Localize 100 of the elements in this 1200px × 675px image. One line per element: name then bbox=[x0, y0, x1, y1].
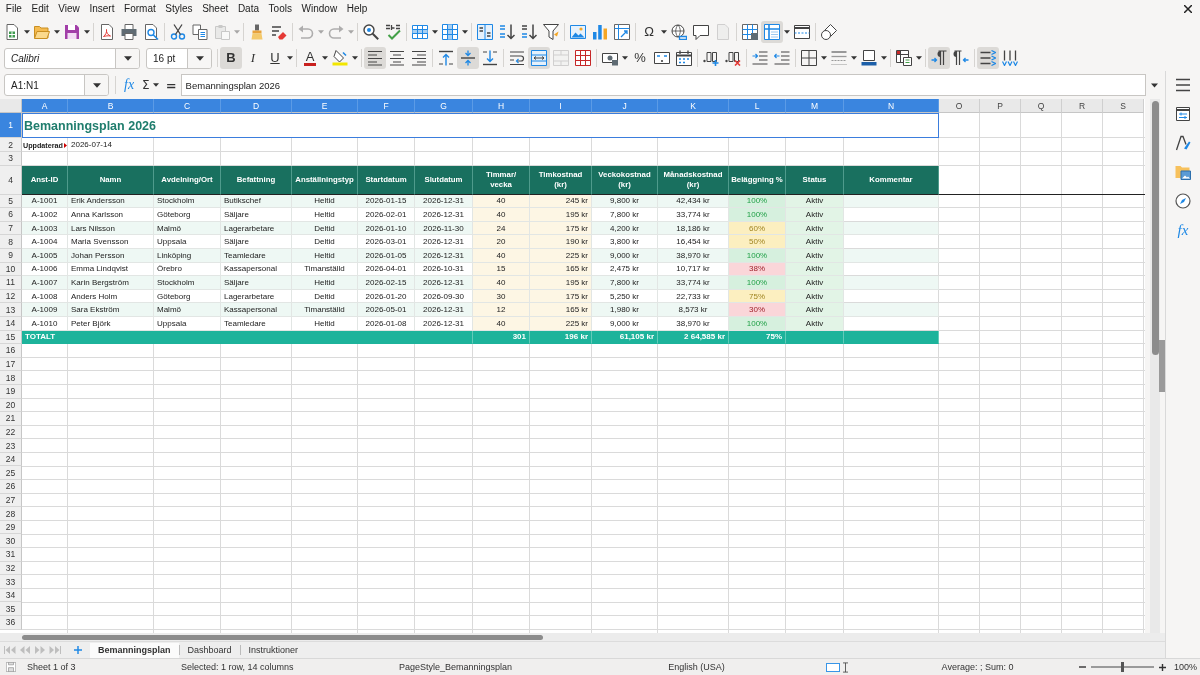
percent-button[interactable]: % bbox=[629, 47, 651, 69]
caret-icon[interactable] bbox=[881, 56, 887, 60]
folder-image-icon[interactable] bbox=[1175, 164, 1191, 180]
window-sliders-icon[interactable] bbox=[1175, 106, 1191, 122]
menu-item[interactable]: View bbox=[53, 1, 85, 17]
text-direction-horizontal-button[interactable] bbox=[977, 47, 999, 69]
formula-input-field[interactable]: Bemanningsplan 2026 bbox=[180, 74, 1146, 96]
row-header[interactable]: 16 bbox=[0, 344, 22, 358]
menu-item[interactable]: Edit bbox=[26, 1, 54, 17]
caret-icon[interactable] bbox=[784, 29, 790, 34]
scrollbar-thumb[interactable] bbox=[1151, 101, 1159, 355]
column-header[interactable]: S bbox=[1103, 99, 1144, 113]
column-header[interactable]: C bbox=[154, 99, 221, 113]
sheet-tab[interactable]: Bemanningsplan bbox=[90, 642, 179, 658]
dropdown-button[interactable] bbox=[187, 48, 211, 68]
caret-icon[interactable] bbox=[851, 56, 857, 60]
row-header[interactable]: 36 bbox=[0, 616, 22, 630]
caret-icon[interactable] bbox=[322, 56, 328, 60]
caret-icon[interactable] bbox=[123, 55, 132, 61]
sheet-tab[interactable]: Dashboard bbox=[179, 642, 240, 658]
formula-button[interactable]: = bbox=[163, 75, 179, 95]
column-header[interactable]: G bbox=[415, 99, 473, 113]
compass-icon[interactable] bbox=[1175, 193, 1191, 209]
column-header[interactable]: P bbox=[980, 99, 1021, 113]
column-header[interactable]: K bbox=[658, 99, 729, 113]
font-name-field[interactable]: Calibri bbox=[4, 47, 140, 69]
row-header[interactable]: 25 bbox=[0, 466, 22, 481]
menu-item[interactable]: Sheet bbox=[197, 1, 234, 17]
caret-icon[interactable] bbox=[916, 56, 922, 60]
row-header[interactable]: 13 bbox=[0, 303, 22, 317]
italic-button[interactable]: I bbox=[242, 47, 264, 69]
row-header[interactable]: 31 bbox=[0, 548, 22, 562]
menu-item[interactable]: Styles bbox=[160, 1, 198, 17]
close-icon[interactable] bbox=[1184, 5, 1192, 13]
caret-icon[interactable] bbox=[661, 29, 667, 34]
row-header[interactable]: 30 bbox=[0, 534, 22, 549]
caret-icon[interactable] bbox=[84, 29, 90, 34]
freeze-button[interactable] bbox=[761, 20, 783, 43]
slider-thumb[interactable] bbox=[1121, 662, 1124, 672]
row-header[interactable]: 3 bbox=[0, 152, 22, 166]
column-header[interactable]: L bbox=[729, 99, 786, 113]
column-header[interactable]: A bbox=[22, 99, 68, 113]
vertical-scrollbar[interactable] bbox=[1150, 99, 1160, 633]
align-middle-button[interactable] bbox=[457, 47, 479, 69]
row-header[interactable]: 26 bbox=[0, 480, 22, 494]
row-header[interactable]: 35 bbox=[0, 602, 22, 616]
caret-icon[interactable] bbox=[54, 29, 60, 34]
underline-button[interactable]: U bbox=[264, 47, 286, 69]
caret-icon[interactable] bbox=[24, 29, 30, 34]
sheet-tab[interactable]: Instruktioner bbox=[240, 642, 307, 658]
scrollbar-thumb[interactable] bbox=[22, 634, 543, 640]
column-header[interactable]: J bbox=[592, 99, 658, 113]
row-header[interactable]: 33 bbox=[0, 575, 22, 589]
column-header[interactable]: M bbox=[786, 99, 844, 113]
row-header[interactable]: 1 bbox=[0, 113, 22, 138]
functions-button[interactable]: fx bbox=[1177, 222, 1189, 238]
menu-item[interactable]: File bbox=[1, 1, 27, 17]
row-header[interactable]: 18 bbox=[0, 371, 22, 385]
name-box-field[interactable]: A1:N1 bbox=[4, 74, 109, 96]
rectangle-icon[interactable] bbox=[825, 662, 840, 672]
unmerge-cells-button[interactable] bbox=[572, 47, 594, 69]
row-header[interactable]: 28 bbox=[0, 507, 22, 521]
zoom-percent[interactable]: 100% bbox=[1174, 662, 1198, 672]
caret-icon[interactable] bbox=[152, 83, 159, 87]
menu-item[interactable]: Window bbox=[296, 1, 342, 17]
horizontal-scrollbar[interactable] bbox=[0, 633, 1165, 641]
column-header[interactable]: I bbox=[530, 99, 592, 113]
row-header[interactable]: 21 bbox=[0, 412, 22, 426]
menu-item[interactable]: Format bbox=[119, 1, 161, 17]
zoom-in-icon[interactable] bbox=[1159, 663, 1166, 671]
column-header[interactable]: N bbox=[844, 99, 939, 113]
row-header[interactable]: 11 bbox=[0, 276, 22, 290]
caret-icon[interactable] bbox=[622, 56, 628, 60]
column-header[interactable]: R bbox=[1062, 99, 1103, 113]
sum-button[interactable]: Σ bbox=[140, 75, 152, 95]
caret-icon[interactable] bbox=[92, 82, 101, 88]
align-left-button[interactable] bbox=[364, 47, 386, 69]
menu-item[interactable]: Tools bbox=[263, 1, 297, 17]
caret-icon[interactable] bbox=[352, 56, 358, 60]
font-color-button[interactable]: A bbox=[299, 47, 321, 69]
column-header[interactable]: Q bbox=[1021, 99, 1062, 113]
caret-icon[interactable] bbox=[821, 56, 827, 60]
column-header[interactable]: H bbox=[473, 99, 530, 113]
dropdown-button[interactable] bbox=[84, 75, 108, 95]
conditional-format-button[interactable] bbox=[893, 47, 915, 69]
font-size-field[interactable]: 16 pt bbox=[146, 47, 212, 69]
row-header[interactable]: 4 bbox=[0, 165, 22, 195]
column-header[interactable]: E bbox=[292, 99, 358, 113]
plus-icon[interactable] bbox=[74, 646, 82, 654]
row-header[interactable]: 8 bbox=[0, 235, 22, 249]
dropdown-button[interactable] bbox=[115, 48, 139, 68]
row-header[interactable]: 6 bbox=[0, 208, 22, 222]
caret-icon[interactable] bbox=[432, 29, 438, 34]
caret-icon[interactable] bbox=[1151, 82, 1158, 88]
special-character-button[interactable]: Ω bbox=[638, 20, 660, 43]
column-header[interactable]: F bbox=[358, 99, 415, 113]
menu-item[interactable]: Insert bbox=[84, 1, 120, 17]
borders-button[interactable] bbox=[798, 47, 820, 69]
caret-icon[interactable] bbox=[195, 55, 204, 61]
column-header[interactable]: B bbox=[68, 99, 154, 113]
